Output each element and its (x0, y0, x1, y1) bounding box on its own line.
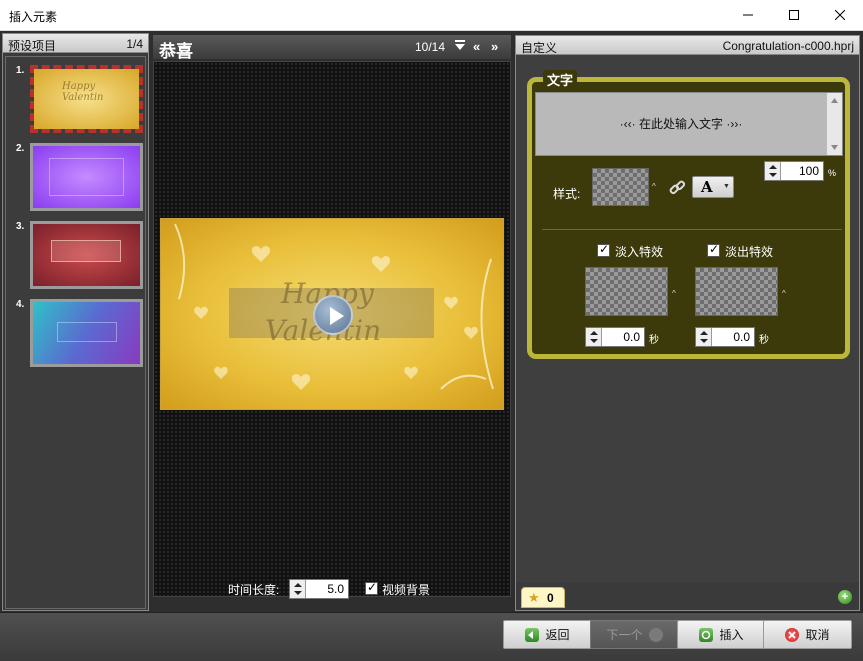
duration-label: 时间长度: (228, 583, 280, 597)
next-icon[interactable]: » (491, 39, 498, 54)
thumb-frame (51, 240, 121, 262)
preset-panel-title: 预设项目 (8, 39, 57, 53)
preset-thumbnail-4[interactable] (30, 299, 143, 367)
caret-up-icon[interactable]: ^ (652, 182, 656, 191)
font-button[interactable]: A ▼ (692, 176, 734, 198)
maximize-icon (789, 10, 799, 20)
preset-panel-header: 预设项目 1/4 (3, 34, 148, 53)
cancel-button-label: 取消 (805, 628, 830, 642)
thumb-frame (57, 322, 117, 342)
link-icon[interactable] (669, 180, 686, 199)
dialog-body: 预设项目 1/4 1. Happy Valentin 2. 3. 4. 恭喜 1… (0, 31, 863, 661)
close-icon (835, 10, 845, 20)
back-arrow-icon (525, 627, 540, 642)
insert-icon (699, 627, 714, 642)
text-group: 文字 ·‹‹· 在此处输入文字 ·››· 100 % 样式: ^ A ▼ ✓ 淡… (527, 70, 850, 359)
thumb-number: 4. (16, 299, 25, 310)
back-button-label: 返回 (545, 628, 570, 642)
dropdown-icon[interactable] (455, 39, 466, 54)
fade-out-unit: 秒 (759, 335, 769, 346)
thumb-caption: Happy Valentin (62, 81, 104, 103)
window-title: 插入元素 (9, 10, 58, 24)
preset-thumbnail-3[interactable] (30, 221, 143, 289)
next-button[interactable]: 下一个 (590, 620, 679, 649)
insert-button-label: 插入 (719, 628, 744, 642)
layer-tab-count: 0 (547, 591, 554, 605)
next-button-label: 下一个 (606, 628, 643, 642)
cancel-icon (785, 627, 800, 642)
duration-row: 时间长度: 5.0 视频背景 (153, 574, 511, 604)
customize-panel-title: 自定义 (521, 41, 558, 55)
bottom-button-bar: 返回 下一个 插入 取消 (0, 612, 863, 661)
preview-header: 恭喜 10/14 « » (153, 35, 511, 61)
fade-out-effect-swatch[interactable] (695, 267, 778, 316)
video-background-label: 视频背景 (382, 583, 431, 597)
preview-title: 恭喜 (159, 42, 193, 61)
fade-in-checkbox[interactable] (597, 242, 610, 257)
preset-thumbnail-1[interactable]: Happy Valentin (30, 65, 143, 133)
preview-image: Happy Valentin (160, 218, 504, 410)
project-filename: Congratulation-c000.hprj (722, 39, 854, 53)
preset-thumbnail-2[interactable] (30, 143, 143, 211)
customize-panel-header: 自定义 Congratulation-c000.hprj (516, 36, 859, 55)
caret-up-icon[interactable]: ^ (782, 289, 786, 298)
minimize-icon (743, 14, 753, 16)
maximize-button[interactable] (771, 0, 817, 30)
text-scrollbar[interactable] (826, 93, 842, 155)
duration-value: 5.0 (327, 582, 344, 596)
divider (542, 229, 842, 230)
fade-in-label: 淡入特效 (615, 245, 664, 259)
fade-out-checkbox[interactable] (707, 242, 720, 257)
text-input-area[interactable]: ·‹‹· 在此处输入文字 ·››· (535, 92, 843, 156)
fade-in-unit: 秒 (649, 335, 659, 346)
next-arrow-icon (648, 627, 663, 642)
spinner-arrows-icon[interactable] (696, 328, 712, 346)
video-background-checkbox[interactable] (365, 580, 378, 595)
preset-page-indicator: 1/4 (126, 37, 143, 51)
preset-list[interactable]: 1. Happy Valentin 2. 3. 4. (5, 56, 146, 609)
add-layer-button[interactable]: + (838, 590, 852, 604)
spinner-arrows-icon[interactable] (765, 162, 781, 180)
customize-panel: 自定义 Congratulation-c000.hprj 文字 ·‹‹· 在此处… (515, 35, 860, 611)
layer-tab[interactable]: ★ 0 (521, 587, 565, 608)
layer-tab-strip: ★ 0 + (516, 582, 859, 610)
thumb-number: 1. (16, 65, 25, 76)
preview-stage: Happy Valentin (153, 61, 511, 597)
title-bar: 插入元素 (0, 0, 863, 31)
fade-in-duration-spinner[interactable]: 0.0 (585, 327, 645, 347)
style-preview-swatch[interactable] (592, 168, 649, 206)
size-value: 100 (798, 164, 819, 178)
style-label: 样式: (553, 187, 581, 201)
fade-in-value: 0.0 (623, 330, 640, 344)
preview-counter: 10/14 (415, 40, 446, 54)
fade-out-value: 0.0 (733, 330, 750, 344)
insert-button[interactable]: 插入 (677, 620, 766, 649)
preset-panel: 预设项目 1/4 1. Happy Valentin 2. 3. 4. (2, 33, 149, 611)
size-spinner[interactable]: 100 (764, 161, 824, 181)
close-button[interactable] (817, 0, 863, 30)
spinner-arrows-icon[interactable] (586, 328, 602, 346)
minimize-button[interactable] (725, 0, 771, 30)
previous-icon[interactable]: « (473, 39, 480, 54)
cancel-button[interactable]: 取消 (763, 620, 852, 649)
fade-out-label: 淡出特效 (725, 245, 774, 259)
text-group-title: 文字 (543, 70, 578, 89)
duration-spinner[interactable]: 5.0 (289, 579, 349, 599)
size-unit: % (828, 168, 837, 178)
back-button[interactable]: 返回 (503, 620, 592, 649)
fade-in-effect-swatch[interactable] (585, 267, 668, 316)
star-icon: ★ (528, 590, 540, 605)
font-button-label: A (701, 178, 713, 196)
text-input-placeholder: ·‹‹· 在此处输入文字 ·››· (619, 117, 743, 131)
fade-out-duration-spinner[interactable]: 0.0 (695, 327, 755, 347)
play-button[interactable] (313, 295, 353, 335)
chevron-down-icon: ▼ (723, 183, 730, 190)
thumb-number: 3. (16, 221, 25, 232)
thumb-number: 2. (16, 143, 25, 154)
thumb-frame (49, 158, 124, 196)
spinner-arrows-icon[interactable] (290, 580, 306, 598)
caret-up-icon[interactable]: ^ (672, 289, 676, 298)
